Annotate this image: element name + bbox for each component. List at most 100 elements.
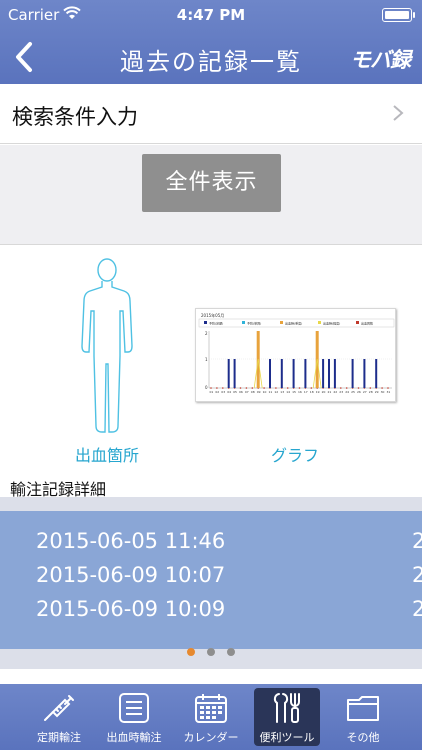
bleed-count-marker [222, 387, 224, 389]
x-tick-label: 19 [316, 390, 320, 394]
x-tick-label: 28 [369, 390, 373, 394]
graph-bar [322, 359, 325, 388]
tab-label: 出血時輸注 [106, 731, 162, 744]
graph-bar [328, 359, 330, 388]
tab-label: 便利ツール [259, 731, 315, 744]
bleed-count-marker [387, 387, 389, 389]
bleed-count-marker [216, 387, 218, 389]
legend-label: 出血回数 [361, 321, 373, 326]
page-indicator[interactable] [0, 641, 422, 656]
search-conditions-row[interactable]: 検索条件入力 [0, 84, 422, 144]
legend-swatch [242, 321, 245, 324]
graph-chart: 2015年05月 予防(定期) 予防(単回) 出血時(重度) 出血時(軽度) 出血回数 … [198, 312, 395, 394]
record-item[interactable]: 2015-06-05 11:46 [36, 529, 225, 553]
bleed-count-marker [310, 387, 313, 389]
tab-label: その他 [346, 731, 380, 744]
x-tick-label: 14 [286, 390, 290, 394]
x-tick-label: 29 [375, 390, 379, 394]
app-logo: モバ録 [350, 48, 411, 72]
show-all-area: 全件表示 [0, 145, 422, 245]
svg-text:1: 1 [205, 357, 208, 362]
show-all-button[interactable]: 全件表示 [142, 154, 281, 212]
bleed-count-marker [345, 387, 348, 389]
x-tick-label: 31 [387, 390, 391, 394]
clock: 4:47 PM [176, 6, 246, 24]
legend-swatch [356, 321, 359, 324]
bleeding-site-link[interactable]: 出血箇所 [52, 442, 162, 466]
svg-text:2: 2 [205, 331, 208, 336]
bleed-count-marker [340, 387, 342, 389]
next-page-record-peek: 2 [412, 597, 422, 621]
x-tick-label: 17 [304, 390, 308, 394]
legend-swatch [204, 321, 207, 324]
battery-icon [382, 8, 415, 22]
body-figure-icon[interactable] [72, 256, 142, 436]
x-tick-label: 16 [298, 390, 302, 394]
page-dot-active[interactable] [187, 648, 195, 656]
x-tick-label: 25 [351, 390, 355, 394]
record-item[interactable]: 2015-06-09 10:07 [36, 563, 225, 587]
x-tick-label: 21 [328, 390, 332, 394]
graph-bar [351, 359, 354, 388]
graph-bar [280, 359, 283, 388]
search-conditions-label: 検索条件入力 [12, 105, 138, 129]
tab-tools[interactable]: 便利ツール [254, 688, 320, 746]
x-tick-label: 05 [233, 390, 237, 394]
tab-scheduled-infusion[interactable]: 定期輸注 [26, 688, 92, 746]
graph-bar [304, 359, 307, 388]
bleed-count-marker [263, 387, 265, 389]
x-tick-label: 02 [215, 390, 219, 394]
tab-label: カレンダー [183, 731, 239, 744]
x-tick-label: 23 [339, 390, 343, 394]
bleed-count-marker [381, 387, 383, 389]
syringe-icon [44, 695, 74, 721]
graph-bar [269, 359, 271, 388]
next-page-record-peek: 2 [412, 563, 422, 587]
svg-text:0: 0 [205, 385, 208, 390]
x-tick-label: 18 [310, 390, 314, 394]
bleed-count-marker [275, 387, 277, 389]
legend-label: 出血時(軽度) [323, 321, 340, 326]
tab-calendar[interactable]: カレンダー [178, 688, 244, 746]
x-tick-label: 22 [333, 390, 337, 394]
calendar-icon [195, 694, 227, 723]
bleed-count-marker [245, 387, 248, 389]
x-tick-label: 15 [292, 390, 296, 394]
tab-other[interactable]: その他 [330, 688, 396, 746]
header: Carrier 4:47 PM 過去の記録一覧 モバ録 [0, 0, 422, 84]
bleed-count-marker [286, 387, 289, 389]
page-dot[interactable] [227, 648, 235, 656]
tab-bleeding-infusion[interactable]: 出血時輸注 [101, 688, 167, 746]
records-carousel[interactable]: 2015-06-05 11:46 2015-06-09 10:07 2015-0… [0, 497, 422, 669]
x-tick-label: 10 [263, 390, 267, 394]
x-tick-label: 20 [322, 390, 326, 394]
graph-bar [363, 359, 366, 388]
list-icon [119, 693, 149, 723]
legend-swatch [318, 321, 321, 324]
graph-bar [227, 359, 230, 388]
graph-bar [375, 359, 378, 388]
tab-label: 定期輸注 [37, 731, 81, 744]
records-page: 2015-06-05 11:46 2015-06-09 10:07 2015-0… [0, 511, 422, 649]
x-tick-label: 01 [210, 390, 214, 394]
folder-icon [347, 696, 379, 721]
x-tick-label: 11 [269, 390, 273, 394]
x-tick-label: 09 [257, 390, 261, 394]
x-tick-label: 07 [245, 390, 249, 394]
graph-thumbnail[interactable]: 2015年05月 予防(定期) 予防(単回) 出血時(重度) 出血時(軽度) 出血回数 … [195, 308, 396, 402]
page-dot[interactable] [207, 648, 215, 656]
navigation-bar: 過去の記録一覧 モバ録 [0, 30, 422, 84]
x-tick-label: 03 [221, 390, 225, 394]
legend-swatch [280, 321, 283, 324]
graph-bar [333, 359, 336, 388]
graph-bar [233, 359, 236, 388]
next-page-record-peek: 2 [412, 529, 422, 553]
graph-title: 2015年05月 [201, 312, 224, 318]
graph-link[interactable]: グラフ [240, 442, 350, 466]
chevron-right-icon [393, 105, 404, 121]
legend-label: 出血時(重度) [285, 321, 302, 326]
legend-label: 予防(定期) [209, 321, 223, 326]
record-item[interactable]: 2015-06-09 10:09 [36, 597, 225, 621]
x-tick-label: 27 [363, 390, 367, 394]
bleed-count-marker [239, 387, 242, 389]
